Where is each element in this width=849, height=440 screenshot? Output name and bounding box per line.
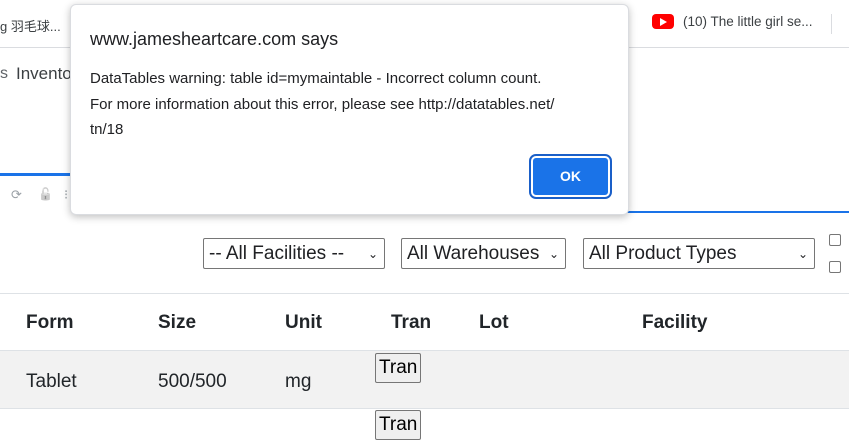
chevron-down-icon: ⌄ <box>548 247 559 261</box>
filter-checkbox-1[interactable] <box>829 234 841 246</box>
table-row: Tablet 500/500 mg Tran <box>0 351 849 409</box>
bookmarks-divider <box>831 14 832 34</box>
header-mark: s <box>0 65 8 82</box>
dialog-message-line: DataTables warning: table id=mymaintable… <box>90 70 542 87</box>
tab-inventory[interactable]: Invento <box>16 64 72 84</box>
tran-button[interactable]: Tran <box>375 353 422 383</box>
cell-size: 500/500 <box>158 371 227 392</box>
facility-select[interactable]: -- All Facilities -- ⌄ <box>203 238 385 269</box>
chevron-down-icon: ⌄ <box>797 247 808 261</box>
warehouse-select-value: All Warehouses <box>407 243 540 264</box>
facility-select-value: -- All Facilities -- <box>209 243 345 264</box>
refresh-icon[interactable]: ⟳ <box>11 187 22 203</box>
ok-button[interactable]: OK <box>529 154 612 199</box>
active-tab-indicator <box>0 173 70 176</box>
dialog-title: www.jamesheartcare.com says <box>90 29 339 49</box>
column-header-form[interactable]: Form <box>26 312 74 334</box>
column-header-tran[interactable]: Tran <box>391 312 431 334</box>
product-type-select-value: All Product Types <box>589 243 737 264</box>
bookmark-item-youtube[interactable]: (10) The little girl se... <box>652 14 813 29</box>
table-header: Form Size Unit Tran Lot Facility <box>0 293 849 351</box>
dialog-message-line: For more information about this error, p… <box>90 95 555 113</box>
product-type-select[interactable]: All Product Types ⌄ <box>583 238 815 269</box>
cell-unit: mg <box>285 371 312 392</box>
warehouse-select[interactable]: All Warehouses ⌄ <box>401 238 566 269</box>
column-header-lot[interactable]: Lot <box>479 312 509 334</box>
bookmark-item-youtube-label: (10) The little girl se... <box>683 14 813 29</box>
filter-checkbox-2[interactable] <box>829 261 841 273</box>
tran-button[interactable]: Tran <box>375 410 422 440</box>
dialog-message-line: tn/18 <box>90 121 124 138</box>
unlock-icon[interactable]: 🔓 <box>38 187 53 201</box>
chevron-down-icon: ⌄ <box>367 247 378 261</box>
more-icon[interactable]: ⁝ <box>64 187 68 203</box>
youtube-icon <box>652 14 674 29</box>
table-row: Tran <box>0 409 849 440</box>
dialog-message: DataTables warning: table id=mymaintable… <box>90 66 610 143</box>
column-header-facility[interactable]: Facility <box>642 312 707 334</box>
cell-form: Tablet <box>26 371 77 392</box>
header-divider-accent <box>620 211 849 213</box>
column-header-unit[interactable]: Unit <box>285 312 322 334</box>
column-header-size[interactable]: Size <box>158 312 196 334</box>
alert-dialog: www.jamesheartcare.com says DataTables w… <box>70 4 629 215</box>
bookmark-item-badminton[interactable]: g 羽毛球... <box>0 16 61 35</box>
